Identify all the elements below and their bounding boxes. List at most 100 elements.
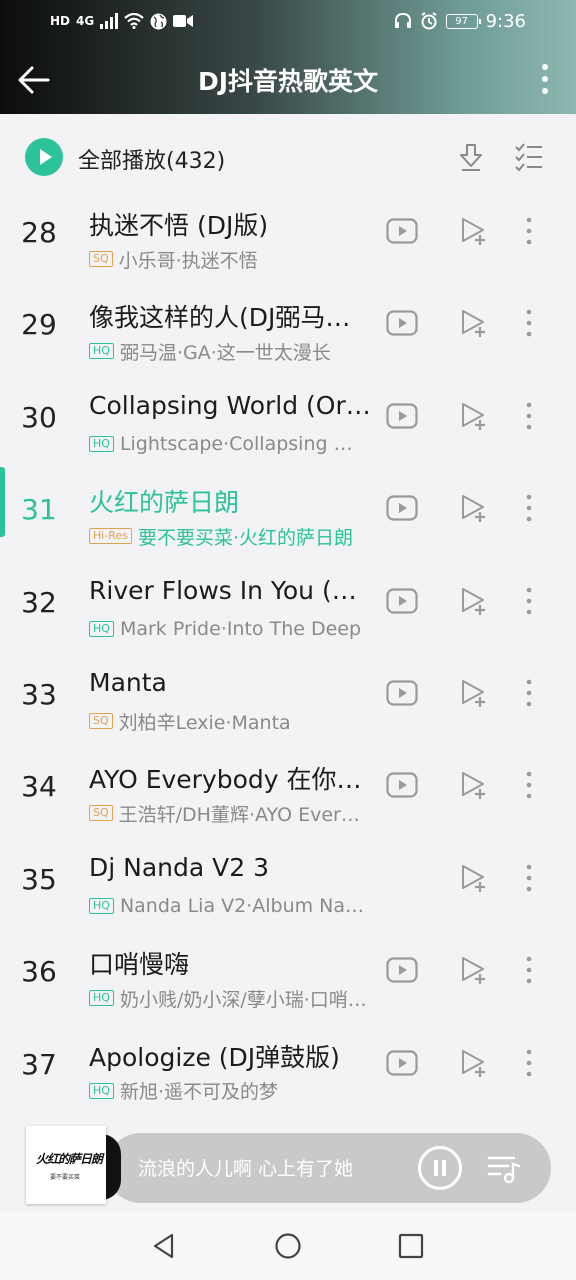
- status-bar: HD 4G 97 9:36: [0, 8, 576, 34]
- more-vertical-icon[interactable]: [522, 401, 536, 431]
- page-title: DJ抖音热歌英文: [197, 67, 379, 96]
- track-number: 37: [21, 1047, 57, 1081]
- signal-icon: [100, 13, 119, 29]
- app-header: HD 4G 97 9:36 DJ抖音热歌英文: [0, 0, 576, 114]
- more-vertical-icon[interactable]: [522, 308, 536, 338]
- add-to-queue-icon[interactable]: [458, 863, 488, 893]
- video-icon: [173, 15, 194, 27]
- artist-album: 新旭·遥不可及的梦: [119, 1081, 278, 1104]
- mv-icon[interactable]: [386, 218, 418, 244]
- mv-icon[interactable]: [386, 1049, 418, 1076]
- add-to-queue-icon[interactable]: [458, 216, 488, 246]
- nav-home-icon[interactable]: [274, 1232, 302, 1260]
- more-vertical-icon[interactable]: [522, 770, 536, 800]
- more-vertical-icon[interactable]: [522, 1048, 536, 1078]
- track-number: 36: [21, 955, 57, 989]
- more-vertical-icon[interactable]: [522, 586, 536, 616]
- track-number: 33: [21, 678, 57, 711]
- quality-badge: HQ: [89, 620, 114, 637]
- more-vertical-icon[interactable]: [538, 62, 552, 96]
- network-indicator: 4G: [76, 14, 95, 28]
- track-number: 31: [21, 493, 57, 527]
- multi-select-icon[interactable]: [514, 142, 544, 172]
- song-title: AYO Everybody 在你身边: [89, 765, 375, 795]
- add-to-queue-icon[interactable]: [458, 1048, 488, 1078]
- more-vertical-icon[interactable]: [522, 955, 536, 985]
- more-vertical-icon[interactable]: [522, 216, 536, 246]
- track-number: 30: [21, 400, 57, 434]
- cover-subtitle: 要不要买菜: [50, 1174, 81, 1181]
- song-title: Collapsing World (Original Mix): [89, 390, 375, 420]
- add-to-queue-icon[interactable]: [458, 401, 488, 431]
- quality-badge: SQ: [89, 713, 113, 729]
- download-icon[interactable]: [456, 142, 486, 172]
- mv-icon[interactable]: [386, 403, 418, 429]
- artist-album: 刘柏辛Lexie·Manta: [118, 711, 291, 734]
- mv-icon[interactable]: [386, 587, 418, 614]
- song-row[interactable]: 34 AYO Everybody 在你身边 SQ 王浩轩/DH董辉·AYO Every…: [0, 738, 576, 830]
- clock: 9:36: [485, 10, 526, 32]
- song-row[interactable]: 29 像我这样的人(DJ弼马温版) HQ 弼马温·GA·这一世太漫长: [0, 276, 576, 368]
- cover-title: 火红的萨日朗: [36, 1152, 103, 1166]
- nav-back-icon[interactable]: [150, 1232, 178, 1260]
- play-all-button[interactable]: [25, 138, 63, 176]
- artist-album: Lightscape·Collapsing World: [119, 432, 369, 455]
- song-row[interactable]: 30 Collapsing World (Original Mix) HQ Light…: [0, 369, 576, 461]
- quality-badge: HQ: [89, 897, 114, 914]
- pause-button[interactable]: [418, 1146, 462, 1190]
- song-row[interactable]: 32 River Flows In You (Original Mix) HQ Mar…: [0, 554, 576, 646]
- more-vertical-icon[interactable]: [522, 493, 536, 523]
- headphones-icon: [394, 13, 411, 28]
- add-to-queue-icon[interactable]: [458, 493, 488, 523]
- song-meta: SQ 王浩轩/DH董辉·AYO Everybody: [89, 800, 369, 826]
- artist-album: 小乐哥·执迷不悟: [118, 249, 258, 272]
- song-title: Dj Nanda V2 3: [89, 852, 270, 882]
- track-number: 34: [21, 770, 57, 804]
- song-row[interactable]: 28 执迷不悟 (DJ版) SQ 小乐哥·执迷不悟: [0, 184, 576, 276]
- song-meta: HQ 奶小贱/奶小深/孽小瑞·口哨慢嗨: [89, 985, 369, 1011]
- mv-icon[interactable]: [386, 495, 418, 521]
- wifi-icon: [124, 13, 144, 29]
- song-title: 火红的萨日朗: [89, 488, 240, 518]
- add-to-queue-icon[interactable]: [458, 308, 488, 338]
- song-title: 像我这样的人(DJ弼马温版): [89, 303, 375, 333]
- mini-player[interactable]: 火红的萨日朗 要不要买菜 流浪的人儿啊 心上有了她: [26, 1126, 551, 1204]
- song-meta: HQ Mark Pride·Into The Deep: [89, 616, 369, 642]
- song-row[interactable]: 31 火红的萨日朗 Hi-Res 要不要买菜·火红的萨日朗: [0, 461, 576, 553]
- song-row[interactable]: 37 Apologize (DJ弹鼓版) HQ 新旭·遥不可及的梦: [0, 1016, 576, 1108]
- nav-recents-icon[interactable]: [397, 1232, 425, 1260]
- song-title: Apologize (DJ弹鼓版): [89, 1042, 340, 1072]
- now-playing-lyric[interactable]: 流浪的人儿啊 心上有了她: [138, 1154, 353, 1181]
- song-meta: HQ Nanda Lia V2·Album Nanda Lia: [89, 893, 369, 919]
- system-nav-bar: [0, 1212, 576, 1280]
- song-title: River Flows In You (Original Mix): [89, 575, 375, 605]
- playlist-queue-icon[interactable]: [486, 1150, 522, 1186]
- quality-badge: Hi-Res: [89, 528, 132, 545]
- artist-album: Nanda Lia V2·Album Nanda Lia: [119, 894, 369, 917]
- mv-icon[interactable]: [386, 957, 418, 983]
- track-number: 28: [21, 216, 57, 249]
- song-meta: HQ Lightscape·Collapsing World: [89, 431, 369, 457]
- album-cover[interactable]: 火红的萨日朗 要不要买菜: [26, 1126, 106, 1204]
- song-title: Manta: [89, 668, 167, 697]
- mv-icon[interactable]: [386, 680, 418, 706]
- play-icon: [40, 149, 52, 165]
- hd-indicator: HD: [50, 14, 71, 28]
- more-vertical-icon[interactable]: [522, 678, 536, 708]
- quality-badge: HQ: [89, 1082, 114, 1099]
- add-to-queue-icon[interactable]: [458, 678, 488, 708]
- add-to-queue-icon[interactable]: [458, 586, 488, 616]
- add-to-queue-icon[interactable]: [458, 955, 488, 985]
- mv-icon[interactable]: [386, 772, 418, 798]
- song-row[interactable]: 35 Dj Nanda V2 3 HQ Nanda Lia V2·Album Nand…: [0, 831, 576, 923]
- artist-album: 王浩轩/DH董辉·AYO Everybody: [118, 803, 369, 826]
- more-vertical-icon[interactable]: [522, 863, 536, 893]
- add-to-queue-icon[interactable]: [458, 770, 488, 800]
- play-all-label[interactable]: 全部播放(432): [78, 143, 225, 175]
- artist-album: 奶小贱/奶小深/孽小瑞·口哨慢嗨: [119, 988, 369, 1011]
- song-row[interactable]: 33 Manta SQ 刘柏辛Lexie·Manta: [0, 646, 576, 738]
- track-number: 29: [21, 308, 57, 342]
- quality-badge: SQ: [89, 251, 113, 267]
- song-row[interactable]: 36 口哨慢嗨 HQ 奶小贱/奶小深/孽小瑞·口哨慢嗨: [0, 923, 576, 1015]
- mv-icon[interactable]: [386, 310, 418, 336]
